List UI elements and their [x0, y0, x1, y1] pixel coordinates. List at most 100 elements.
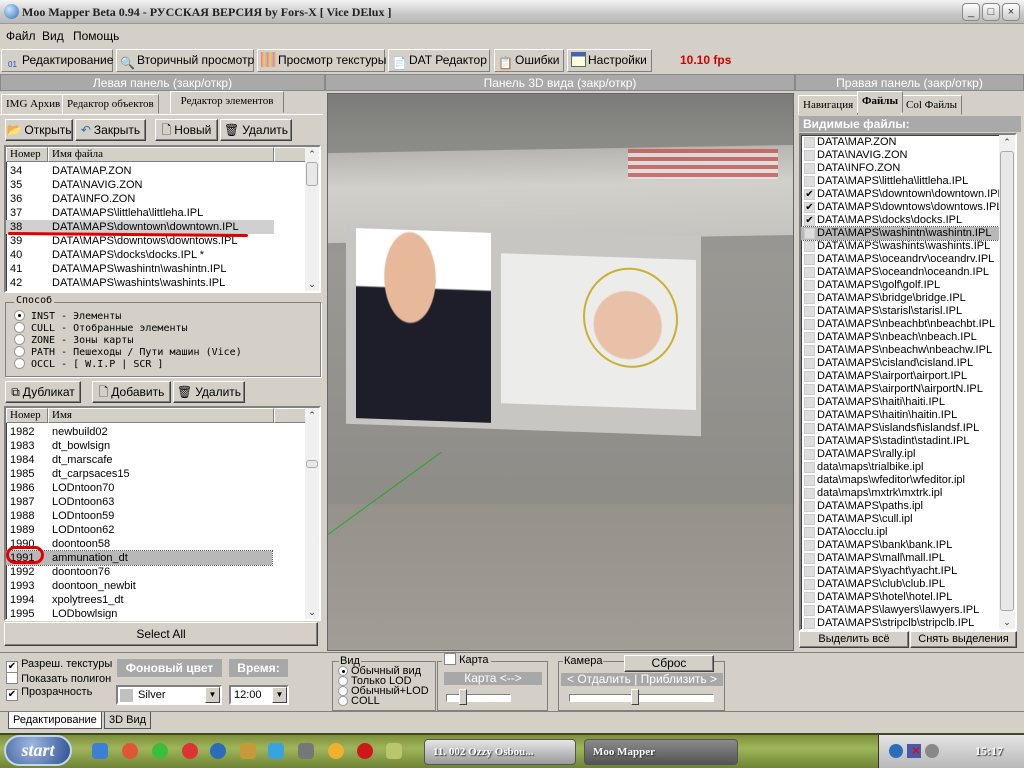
ladybug-icon[interactable]	[357, 743, 373, 759]
checkbox[interactable]	[804, 579, 815, 590]
left-panel-toggle[interactable]: Левая панель (закр/откр)	[0, 74, 325, 91]
check-icon[interactable]	[152, 743, 168, 759]
checkbox[interactable]	[804, 267, 815, 278]
visible-file-row[interactable]: DATA\MAP.ZON	[801, 136, 999, 149]
mode-radio[interactable]: PATH - Пешеходы / Пути машин (Vice)	[14, 346, 242, 358]
scroll-down-icon[interactable]: ⌄	[305, 605, 319, 619]
right-panel-toggle[interactable]: Правая панель (закр/откр)	[795, 74, 1024, 91]
visible-file-row[interactable]: ✔ DATA\MAPS\downtows\downtows.IPL	[801, 201, 1002, 214]
slider-thumb[interactable]	[631, 689, 640, 705]
visible-file-row[interactable]: DATA\MAPS\washintn\washintn.IPL	[801, 226, 1000, 241]
checkbox[interactable]	[804, 397, 815, 408]
checkbox[interactable]: ✔	[804, 215, 815, 226]
element-row[interactable]: 1989 LODntoon62	[6, 523, 272, 537]
checkbox[interactable]	[804, 384, 815, 395]
close-file-button[interactable]: ↶ Закрыть	[75, 119, 146, 141]
visible-file-row[interactable]: DATA\MAPS\club\club.IPL	[801, 578, 999, 591]
scroll-down-icon[interactable]: ⌄	[305, 277, 319, 291]
tab-navigation[interactable]: Навигация	[798, 95, 859, 115]
visible-file-row[interactable]: DATA\occlu.ipl	[801, 526, 999, 539]
checkbox[interactable]	[804, 488, 815, 499]
element-list[interactable]: Номер Имя 1982 newbuild02 1983 dt_bowlsign 1…	[4, 406, 321, 621]
element-row[interactable]: 1994 xpolytrees1_dt	[6, 593, 272, 607]
column-name[interactable]: Имя	[48, 408, 274, 423]
open-button[interactable]: 📂 Открыть	[5, 119, 73, 141]
clapper-icon[interactable]	[298, 743, 314, 759]
visible-file-row[interactable]: DATA\NAVIG.ZON	[801, 149, 999, 162]
file-list[interactable]: Номер Имя файла 34 DATA\MAP.ZON 35 DATA\NAV…	[4, 145, 321, 293]
mode-radio[interactable]: OCCL - [ W.I.P | SCR ]	[14, 358, 163, 370]
file-row[interactable]: 36 DATA\INFO.ZON	[6, 192, 274, 206]
menu-view[interactable]: Вид	[42, 29, 64, 43]
taskbar-item-moo-mapper[interactable]: Moo Mapper	[584, 739, 738, 765]
file-row[interactable]: 42 DATA\MAPS\washints\washints.IPL	[6, 276, 274, 290]
checkbox[interactable]	[804, 475, 815, 486]
checkbox[interactable]: ✔	[804, 189, 815, 200]
media-icon[interactable]	[328, 743, 344, 759]
checkbox[interactable]	[804, 319, 815, 330]
file-row[interactable]: 40 DATA\MAPS\docks\docks.IPL *	[6, 248, 274, 262]
visible-file-row[interactable]: DATA\MAPS\nbeachbt\nbeachbt.IPL	[801, 318, 999, 331]
chevron-down-icon[interactable]: ▼	[205, 687, 220, 703]
visible-file-row[interactable]: DATA\MAPS\cisland\cisland.IPL	[801, 357, 999, 370]
visible-file-row[interactable]: DATA\MAPS\oceandrv\oceandrv.IPL	[801, 253, 999, 266]
checkbox[interactable]	[804, 566, 815, 577]
scroll-up-icon[interactable]: ⌃	[305, 147, 319, 161]
triangle-icon[interactable]	[268, 743, 284, 759]
checkbox[interactable]	[804, 137, 815, 148]
checkbox[interactable]	[804, 293, 815, 304]
visible-file-row[interactable]: DATA\MAPS\airport\airport.IPL	[801, 370, 999, 383]
visible-file-row[interactable]: DATA\MAPS\nbeach\nbeach.IPL	[801, 331, 999, 344]
visible-file-row[interactable]: DATA\MAPS\lawyers\lawyers.IPL	[801, 604, 999, 617]
visible-file-row[interactable]: DATA\MAPS\yacht\yacht.IPL	[801, 565, 999, 578]
visible-file-row[interactable]: DATA\MAPS\cull.ipl	[801, 513, 999, 526]
speaker-icon[interactable]	[925, 744, 939, 758]
checkbox[interactable]	[804, 514, 815, 525]
visible-file-row[interactable]: ✔ DATA\MAPS\docks\docks.IPL	[801, 214, 999, 227]
visible-file-row[interactable]: DATA\MAPS\washints\washints.IPL	[801, 240, 999, 253]
file-row[interactable]: 34 DATA\MAP.ZON	[6, 164, 274, 178]
element-row[interactable]: 1987 LODntoon63	[6, 495, 272, 509]
edit-mode-button[interactable]: 01 Редактирование	[1, 49, 113, 72]
visible-file-row[interactable]: DATA\MAPS\haiti\haiti.IPL	[801, 396, 999, 409]
visible-file-row[interactable]: DATA\MAPS\rally.ipl	[801, 448, 999, 461]
column-number[interactable]: Номер	[6, 408, 48, 423]
option-checkbox[interactable]: Показать полигон	[6, 672, 111, 685]
column-filename[interactable]: Имя файла	[48, 147, 274, 162]
slider-thumb[interactable]	[459, 689, 468, 705]
visible-file-row[interactable]: DATA\MAPS\bridge\bridge.IPL	[801, 292, 999, 305]
tab-element-editor[interactable]: Редактор элементов	[170, 91, 284, 113]
chevron-down-icon[interactable]: ▼	[272, 687, 287, 703]
element-row[interactable]: 1984 dt_marscafe	[6, 453, 272, 467]
checkbox[interactable]	[804, 332, 815, 343]
visible-file-row[interactable]: DATA\MAPS\littleha\littleha.IPL	[801, 175, 999, 188]
visible-file-row[interactable]: data\maps\mxtrk\mxtrk.ipl	[801, 487, 999, 500]
file-row[interactable]: 41 DATA\MAPS\washintn\washintn.IPL	[6, 262, 274, 276]
visible-files-scrollbar[interactable]: ⌃ ⌄	[999, 135, 1015, 629]
new-button[interactable]: 🗋 Новый	[155, 119, 218, 141]
checkbox[interactable]	[804, 618, 815, 629]
tab-object-editor[interactable]: Редактор объектов	[62, 94, 159, 114]
column-number[interactable]: Номер	[6, 147, 48, 162]
checkbox[interactable]	[804, 280, 815, 291]
element-row[interactable]: 1985 dt_carpsaces15	[6, 467, 272, 481]
option-checkbox[interactable]: ✔ Прозрачность	[6, 686, 92, 701]
tab-editing[interactable]: Редактирование	[8, 712, 102, 729]
checkbox[interactable]	[804, 254, 815, 265]
element-row[interactable]: 1983 dt_bowlsign	[6, 439, 272, 453]
visible-file-row[interactable]: DATA\MAPS\mall\mall.IPL	[801, 552, 999, 565]
element-row[interactable]: 1986 LODntoon70	[6, 481, 272, 495]
checkbox[interactable]	[804, 462, 815, 473]
deselect-files-button[interactable]: Снять выделения	[910, 631, 1017, 648]
checkbox[interactable]	[804, 605, 815, 616]
dat-editor-button[interactable]: 📄 DAT Редактор	[388, 49, 490, 72]
map-slider[interactable]	[446, 689, 511, 705]
element-list-scrollbar[interactable]: ⌃ ⌄	[305, 408, 319, 619]
opera-icon[interactable]	[182, 743, 198, 759]
maximize-button[interactable]: □	[982, 3, 1000, 21]
checkbox[interactable]	[804, 436, 815, 447]
media-player-icon[interactable]	[210, 743, 226, 759]
checkbox[interactable]	[804, 150, 815, 161]
checkbox[interactable]	[804, 449, 815, 460]
scroll-up-icon[interactable]: ⌃	[999, 135, 1015, 149]
